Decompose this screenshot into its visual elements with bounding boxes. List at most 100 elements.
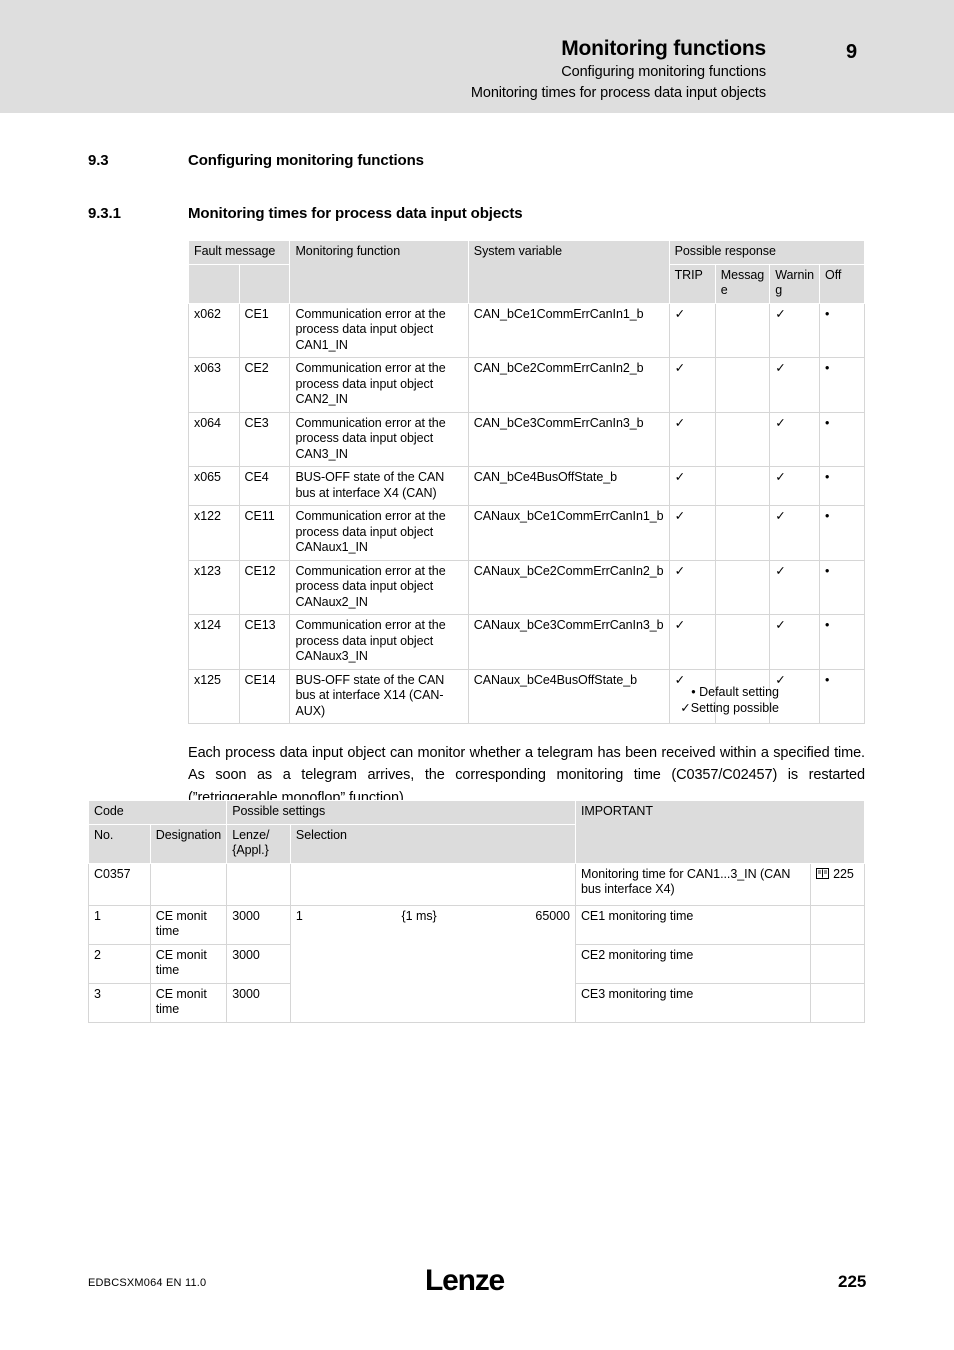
code-important: CE2 monitoring time <box>574 943 812 984</box>
col-fault-message: Fault message <box>187 240 291 265</box>
fault-code: x064 <box>188 411 240 467</box>
fault-code: x065 <box>188 466 240 506</box>
col-important: IMPORTANT <box>574 800 866 864</box>
cross-reference <box>810 943 865 984</box>
col-fault-code-spacer <box>188 263 240 304</box>
code-table-body: C0357 Monitoring time for CAN1...3_IN (CA… <box>88 862 865 1023</box>
response-trip: ✓ <box>668 505 716 561</box>
chapter-number: 9 <box>846 41 858 63</box>
cross-reference: 225 <box>810 862 865 906</box>
response-trip: ✓ <box>668 357 716 413</box>
cross-reference <box>810 904 865 945</box>
response-message <box>714 505 771 561</box>
table-row: 1 CE monit time 3000 1 {1 ms} 65000 CE1 monito… <box>88 904 865 1023</box>
code-lenze-value <box>226 862 291 906</box>
col-code: Code <box>87 800 228 825</box>
response-off: • <box>819 357 865 413</box>
response-message <box>714 466 771 506</box>
col-monitoring-function: Monitoring function <box>289 240 469 304</box>
fault-ce-label: CE13 <box>238 614 291 670</box>
response-off: • <box>819 411 865 467</box>
fault-code: x062 <box>188 302 240 358</box>
response-warning: ✓ <box>769 466 821 506</box>
section-number-9-3-1: 9.3.1 <box>88 205 121 222</box>
table-row: x062 CE1 Communication error at the proces… <box>188 302 865 358</box>
body-paragraph: Each process data input object can monit… <box>188 744 865 806</box>
monitoring-function: Communication error at the process data … <box>289 411 469 467</box>
table-row: x063 CE2 Communication error at the proces… <box>188 357 865 413</box>
system-variable: CANaux_bCe1CommErrCanIn1_b <box>467 505 670 561</box>
fault-ce-label: CE1 <box>238 302 291 358</box>
fault-code: x123 <box>188 559 240 615</box>
col-lenze-appl-line-2: {Appl.} <box>232 843 269 857</box>
response-message <box>714 614 771 670</box>
code-important: Monitoring time for CAN1...3_IN (CAN bus… <box>574 862 812 906</box>
code-no: 2 <box>88 943 151 984</box>
response-warning: ✓ <box>769 411 821 467</box>
fault-message-table: Fault message Monitoring function System… <box>187 240 866 724</box>
table-row: x123 CE12 Communication error at the proce… <box>188 559 865 615</box>
section-number-9-3: 9.3 <box>88 152 109 169</box>
col-response-warning: Warnin g <box>769 263 821 304</box>
section-title-9-3: Configuring monitoring functions <box>188 152 424 169</box>
response-message <box>714 411 771 467</box>
footer-document-code: EDBCSXM064 EN 11.0 <box>88 1277 207 1289</box>
response-message <box>714 302 771 358</box>
book-icon <box>816 867 830 879</box>
monitoring-function: Communication error at the process data … <box>289 357 469 413</box>
fault-table-body: x062 CE1 Communication error at the proces… <box>188 302 865 724</box>
page-header-band: Monitoring functions Configuring monitor… <box>0 0 954 113</box>
col-response-off: Off <box>819 263 865 304</box>
col-possible-settings: Possible settings <box>226 800 576 825</box>
lenze-logo: Lenze <box>425 1264 505 1297</box>
table-row: x124 CE13 Communication error at the proce… <box>188 614 865 670</box>
code-no: 3 <box>88 982 151 1023</box>
cross-reference <box>810 982 865 1023</box>
response-message <box>714 357 771 413</box>
col-designation: Designation <box>149 823 228 864</box>
code-designation: CE monit time <box>149 982 228 1023</box>
col-response-message: Messag e <box>714 263 771 304</box>
response-warning: ✓ <box>769 614 821 670</box>
selection-unit: {1 ms} <box>401 908 437 923</box>
code-lenze-value: 3000 <box>226 943 291 984</box>
monitoring-function: Communication error at the process data … <box>289 505 469 561</box>
page-header-title: Monitoring functions <box>561 37 766 60</box>
code-designation: CE monit time <box>149 943 228 984</box>
response-warning: ✓ <box>769 505 821 561</box>
table-row: x122 CE11 Communication error at the proce… <box>188 505 865 561</box>
response-trip: ✓ <box>668 466 716 506</box>
system-variable: CAN_bCe2CommErrCanIn2_b <box>467 357 670 413</box>
table-row: x065 CE4 BUS-OFF state of the CAN bus at i… <box>188 466 865 506</box>
fault-code: x063 <box>188 357 240 413</box>
response-trip: ✓ <box>668 614 716 670</box>
fault-table-legend: • Default setting ✓Setting possible <box>188 684 865 716</box>
fault-ce-label: CE2 <box>238 357 291 413</box>
section-title-9-3-1: Monitoring times for process data input … <box>188 205 523 222</box>
legend-setting-possible: ✓Setting possible <box>680 701 779 715</box>
code-lenze-value: 3000 <box>226 982 291 1023</box>
code-important: CE3 monitoring time <box>574 982 812 1023</box>
col-possible-response: Possible response <box>668 240 866 265</box>
table-row: x064 CE3 Communication error at the proces… <box>188 411 865 467</box>
code-selection <box>289 862 576 906</box>
code-important: CE1 monitoring time <box>574 904 812 945</box>
col-lenze-appl: Lenze/ {Appl.} <box>226 823 291 864</box>
code-designation: CE monit time <box>149 904 228 945</box>
response-off: • <box>819 466 865 506</box>
col-no: No. <box>88 823 151 864</box>
system-variable: CAN_bCe1CommErrCanIn1_b <box>467 302 670 358</box>
fault-ce-label: CE12 <box>238 559 291 615</box>
monitoring-function: Communication error at the process data … <box>289 302 469 358</box>
col-fault-ce-spacer <box>238 263 291 304</box>
selection-min: 1 <box>295 908 303 923</box>
response-off: • <box>819 505 865 561</box>
col-system-variable: System variable <box>467 240 670 304</box>
table-row: C0357 Monitoring time for CAN1...3_IN (CA… <box>88 862 865 906</box>
code-no: C0357 <box>88 862 151 906</box>
response-warning: ✓ <box>769 302 821 358</box>
response-warning: ✓ <box>769 357 821 413</box>
response-trip: ✓ <box>668 302 716 358</box>
system-variable: CANaux_bCe2CommErrCanIn2_b <box>467 559 670 615</box>
code-selection: 1 {1 ms} 65000 <box>289 904 576 1023</box>
